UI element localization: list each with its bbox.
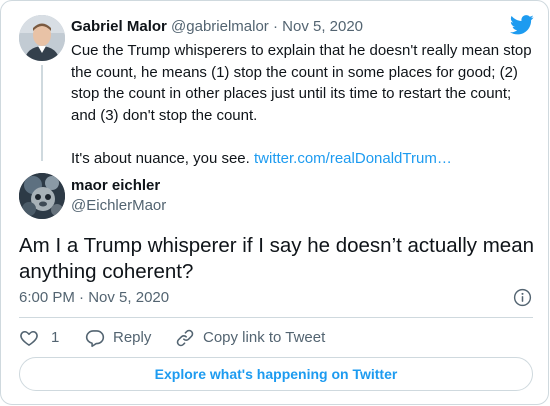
- quoted-tweet-link[interactable]: twitter.com/realDonaldTrum…: [254, 150, 452, 167]
- quoted-tweet-text: Cue the Trump whisperers to explain that…: [71, 40, 533, 169]
- link-icon: [176, 329, 194, 347]
- copy-link-button[interactable]: Copy link to Tweet: [175, 327, 325, 349]
- thread-connector-line: [41, 65, 43, 161]
- reply-label: Reply: [113, 329, 152, 346]
- info-icon[interactable]: [513, 288, 532, 307]
- tweet-date[interactable]: Nov 5, 2020: [88, 289, 169, 306]
- header-separator: ·: [272, 18, 278, 35]
- avatar-maor-eichler[interactable]: [19, 173, 65, 219]
- main-tweet-text: Am I a Trump whisperer if I say he doesn…: [19, 234, 535, 283]
- tweet-embed-card: Gabriel Malor @gabrielmalor · Nov 5, 202…: [0, 0, 549, 405]
- timestamp-separator: ·: [79, 289, 85, 306]
- reply-button[interactable]: Reply: [85, 327, 151, 349]
- main-author-name[interactable]: maor eichler: [71, 176, 160, 196]
- tweet-time[interactable]: 6:00 PM: [19, 289, 75, 306]
- divider: [19, 317, 533, 318]
- quoted-text-paragraph-1: Cue the Trump whisperers to explain that…: [71, 42, 532, 124]
- main-author-handle[interactable]: @EichlerMaor: [71, 196, 166, 216]
- like-button[interactable]: 1: [19, 327, 59, 349]
- heart-icon: [20, 330, 38, 346]
- quoted-author-handle[interactable]: @gabrielmalor: [171, 18, 269, 35]
- quoted-text-paragraph-2: It's about nuance, you see. twitter.com/…: [71, 148, 533, 170]
- quoted-author-name[interactable]: Gabriel Malor: [71, 18, 167, 35]
- explore-twitter-button[interactable]: Explore what's happening on Twitter: [19, 357, 533, 391]
- copy-link-label: Copy link to Tweet: [203, 329, 326, 346]
- tweet-timestamp[interactable]: 6:00 PM · Nov 5, 2020: [19, 288, 169, 308]
- quoted-text-nuance: It's about nuance, you see.: [71, 149, 250, 167]
- twitter-bird-icon[interactable]: [510, 15, 534, 35]
- avatar-gabriel-malor[interactable]: [19, 15, 65, 61]
- reply-icon: [85, 330, 105, 348]
- quoted-tweet-header: Gabriel Malor @gabrielmalor · Nov 5, 202…: [71, 17, 363, 37]
- quoted-tweet-date[interactable]: Nov 5, 2020: [282, 18, 363, 35]
- like-count: 1: [51, 329, 60, 346]
